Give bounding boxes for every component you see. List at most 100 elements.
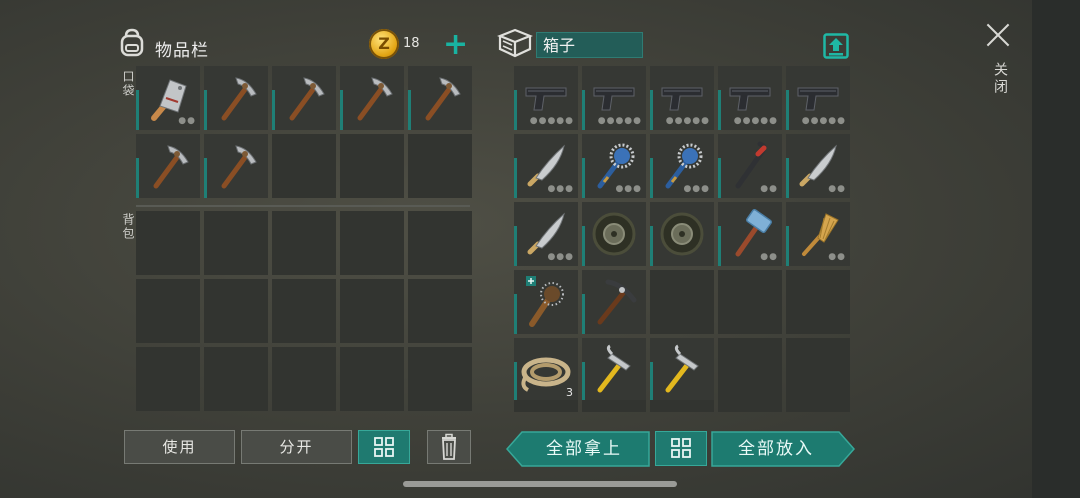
close-icon[interactable] [985, 22, 1011, 48]
inventory-slot[interactable] [408, 279, 472, 343]
inventory-title: 物品栏 [155, 41, 209, 61]
inventory-slot[interactable] [514, 400, 578, 412]
pocket-label: 口袋 [121, 70, 135, 98]
inventory-slot[interactable]: ●● [136, 66, 200, 130]
pickaxe-icon [357, 77, 393, 121]
inventory-slot[interactable] [408, 211, 472, 275]
item-quality-dots: ●● [178, 116, 196, 126]
inventory-slot[interactable]: ●● [786, 202, 850, 266]
inventory-slot[interactable] [340, 211, 404, 275]
inventory-slot[interactable] [136, 211, 200, 275]
inventory-slot[interactable] [340, 66, 404, 130]
hammer-icon [597, 344, 631, 393]
pickaxe-icon [221, 145, 257, 189]
inventory-slot[interactable]: 3 [514, 338, 578, 402]
inventory-slot[interactable] [650, 270, 714, 334]
item-count: 3 [566, 386, 573, 399]
inventory-slot[interactable]: ●●●●● [582, 66, 646, 130]
coin-icon [369, 29, 399, 59]
inventory-slot[interactable] [786, 400, 850, 412]
inventory-slot[interactable] [136, 347, 200, 411]
backpack-grid [136, 211, 474, 413]
home-indicator [403, 481, 677, 487]
sort-container-button[interactable] [655, 431, 707, 466]
inventory-slot[interactable] [340, 279, 404, 343]
take-all-button[interactable]: 全部拿上 [520, 432, 648, 466]
inventory-slot[interactable] [786, 338, 850, 402]
inventory-slot[interactable]: ●●● [650, 134, 714, 198]
inventory-slot[interactable]: ●●●●● [718, 66, 782, 130]
inventory-slot[interactable] [408, 134, 472, 198]
inventory-slot[interactable] [204, 211, 268, 275]
container-name-field[interactable]: 箱子 [536, 32, 643, 58]
close-label[interactable]: 关闭 [990, 62, 1010, 96]
inventory-slot[interactable] [582, 338, 646, 402]
item-quality-dots: ●● [828, 184, 846, 194]
upload-icon[interactable] [823, 33, 849, 59]
trash-button[interactable] [427, 430, 471, 464]
inventory-slot[interactable] [650, 400, 714, 412]
inventory-slot[interactable] [204, 134, 268, 198]
item-quality-dots: ●● [760, 184, 778, 194]
inventory-slot[interactable]: ●● [786, 134, 850, 198]
inventory-slot[interactable] [272, 211, 336, 275]
pickaxe-icon [221, 77, 257, 121]
inventory-slot[interactable] [136, 134, 200, 198]
inventory-slot[interactable]: ●●● [514, 202, 578, 266]
pickaxe-icon [425, 77, 461, 121]
grid-sort-icon [374, 437, 394, 457]
inventory-slot[interactable] [718, 338, 782, 402]
pickaxe-icon [153, 145, 189, 189]
item-quality-dots: ●● [828, 252, 846, 262]
put-all-button[interactable]: 全部放入 [712, 432, 840, 466]
trash-icon [442, 433, 456, 460]
inventory-slot[interactable] [514, 270, 578, 334]
item-quality-dots: ●●●●● [529, 116, 574, 126]
container-grid-overflow [514, 400, 852, 412]
item-quality-dots: ●●● [547, 252, 574, 262]
inventory-slot[interactable] [204, 66, 268, 130]
inventory-slot[interactable] [650, 338, 714, 402]
inventory-slot[interactable]: ●●● [582, 134, 646, 198]
right-edge-panel [1032, 0, 1080, 498]
coin-count: 18 [403, 36, 420, 51]
container-grid: ●●●●● ●●●●● ●●●●● ●●●●● ●●●●● ●●● ●●● ●●● ●● ●● ●●… [514, 66, 852, 404]
inventory-slot[interactable] [272, 279, 336, 343]
inventory-slot[interactable]: ●●●●● [786, 66, 850, 130]
inventory-slot[interactable] [582, 400, 646, 412]
inventory-slot[interactable]: ●●● [514, 134, 578, 198]
inventory-slot[interactable] [272, 66, 336, 130]
inventory-slot[interactable] [786, 270, 850, 334]
inventory-slot[interactable] [408, 66, 472, 130]
split-button[interactable]: 分开 [241, 430, 352, 464]
inventory-slot[interactable] [204, 347, 268, 411]
inventory-slot[interactable] [650, 202, 714, 266]
use-button[interactable]: 使用 [124, 430, 235, 464]
item-quality-dots: ●●●●● [665, 116, 710, 126]
inventory-slot[interactable]: ●●●●● [650, 66, 714, 130]
tire-icon [660, 212, 704, 256]
inventory-slot[interactable] [582, 202, 646, 266]
iron-pickaxe-icon [597, 279, 637, 325]
inventory-slot[interactable]: ●●●●● [514, 66, 578, 130]
inventory-slot[interactable] [582, 270, 646, 334]
item-quality-dots: ●●●●● [597, 116, 642, 126]
sort-inventory-button[interactable] [358, 430, 410, 464]
add-coins-button[interactable]: + [443, 30, 468, 60]
item-quality-dots: ●●● [615, 184, 642, 194]
inventory-slot[interactable] [272, 347, 336, 411]
inventory-slot[interactable] [272, 134, 336, 198]
inventory-slot[interactable] [718, 400, 782, 412]
inventory-slot[interactable] [340, 134, 404, 198]
inventory-slot[interactable]: ●● [718, 134, 782, 198]
inventory-slot[interactable] [204, 279, 268, 343]
inventory-slot[interactable] [340, 347, 404, 411]
inventory-slot[interactable] [718, 270, 782, 334]
inventory-slot[interactable]: ●● [718, 202, 782, 266]
inventory-slot[interactable] [136, 279, 200, 343]
item-quality-dots: ●●● [547, 184, 574, 194]
tire-icon [592, 212, 636, 256]
pocket-grid: ●● [136, 66, 474, 200]
inventory-slot[interactable] [408, 347, 472, 411]
box-icon [497, 28, 533, 58]
